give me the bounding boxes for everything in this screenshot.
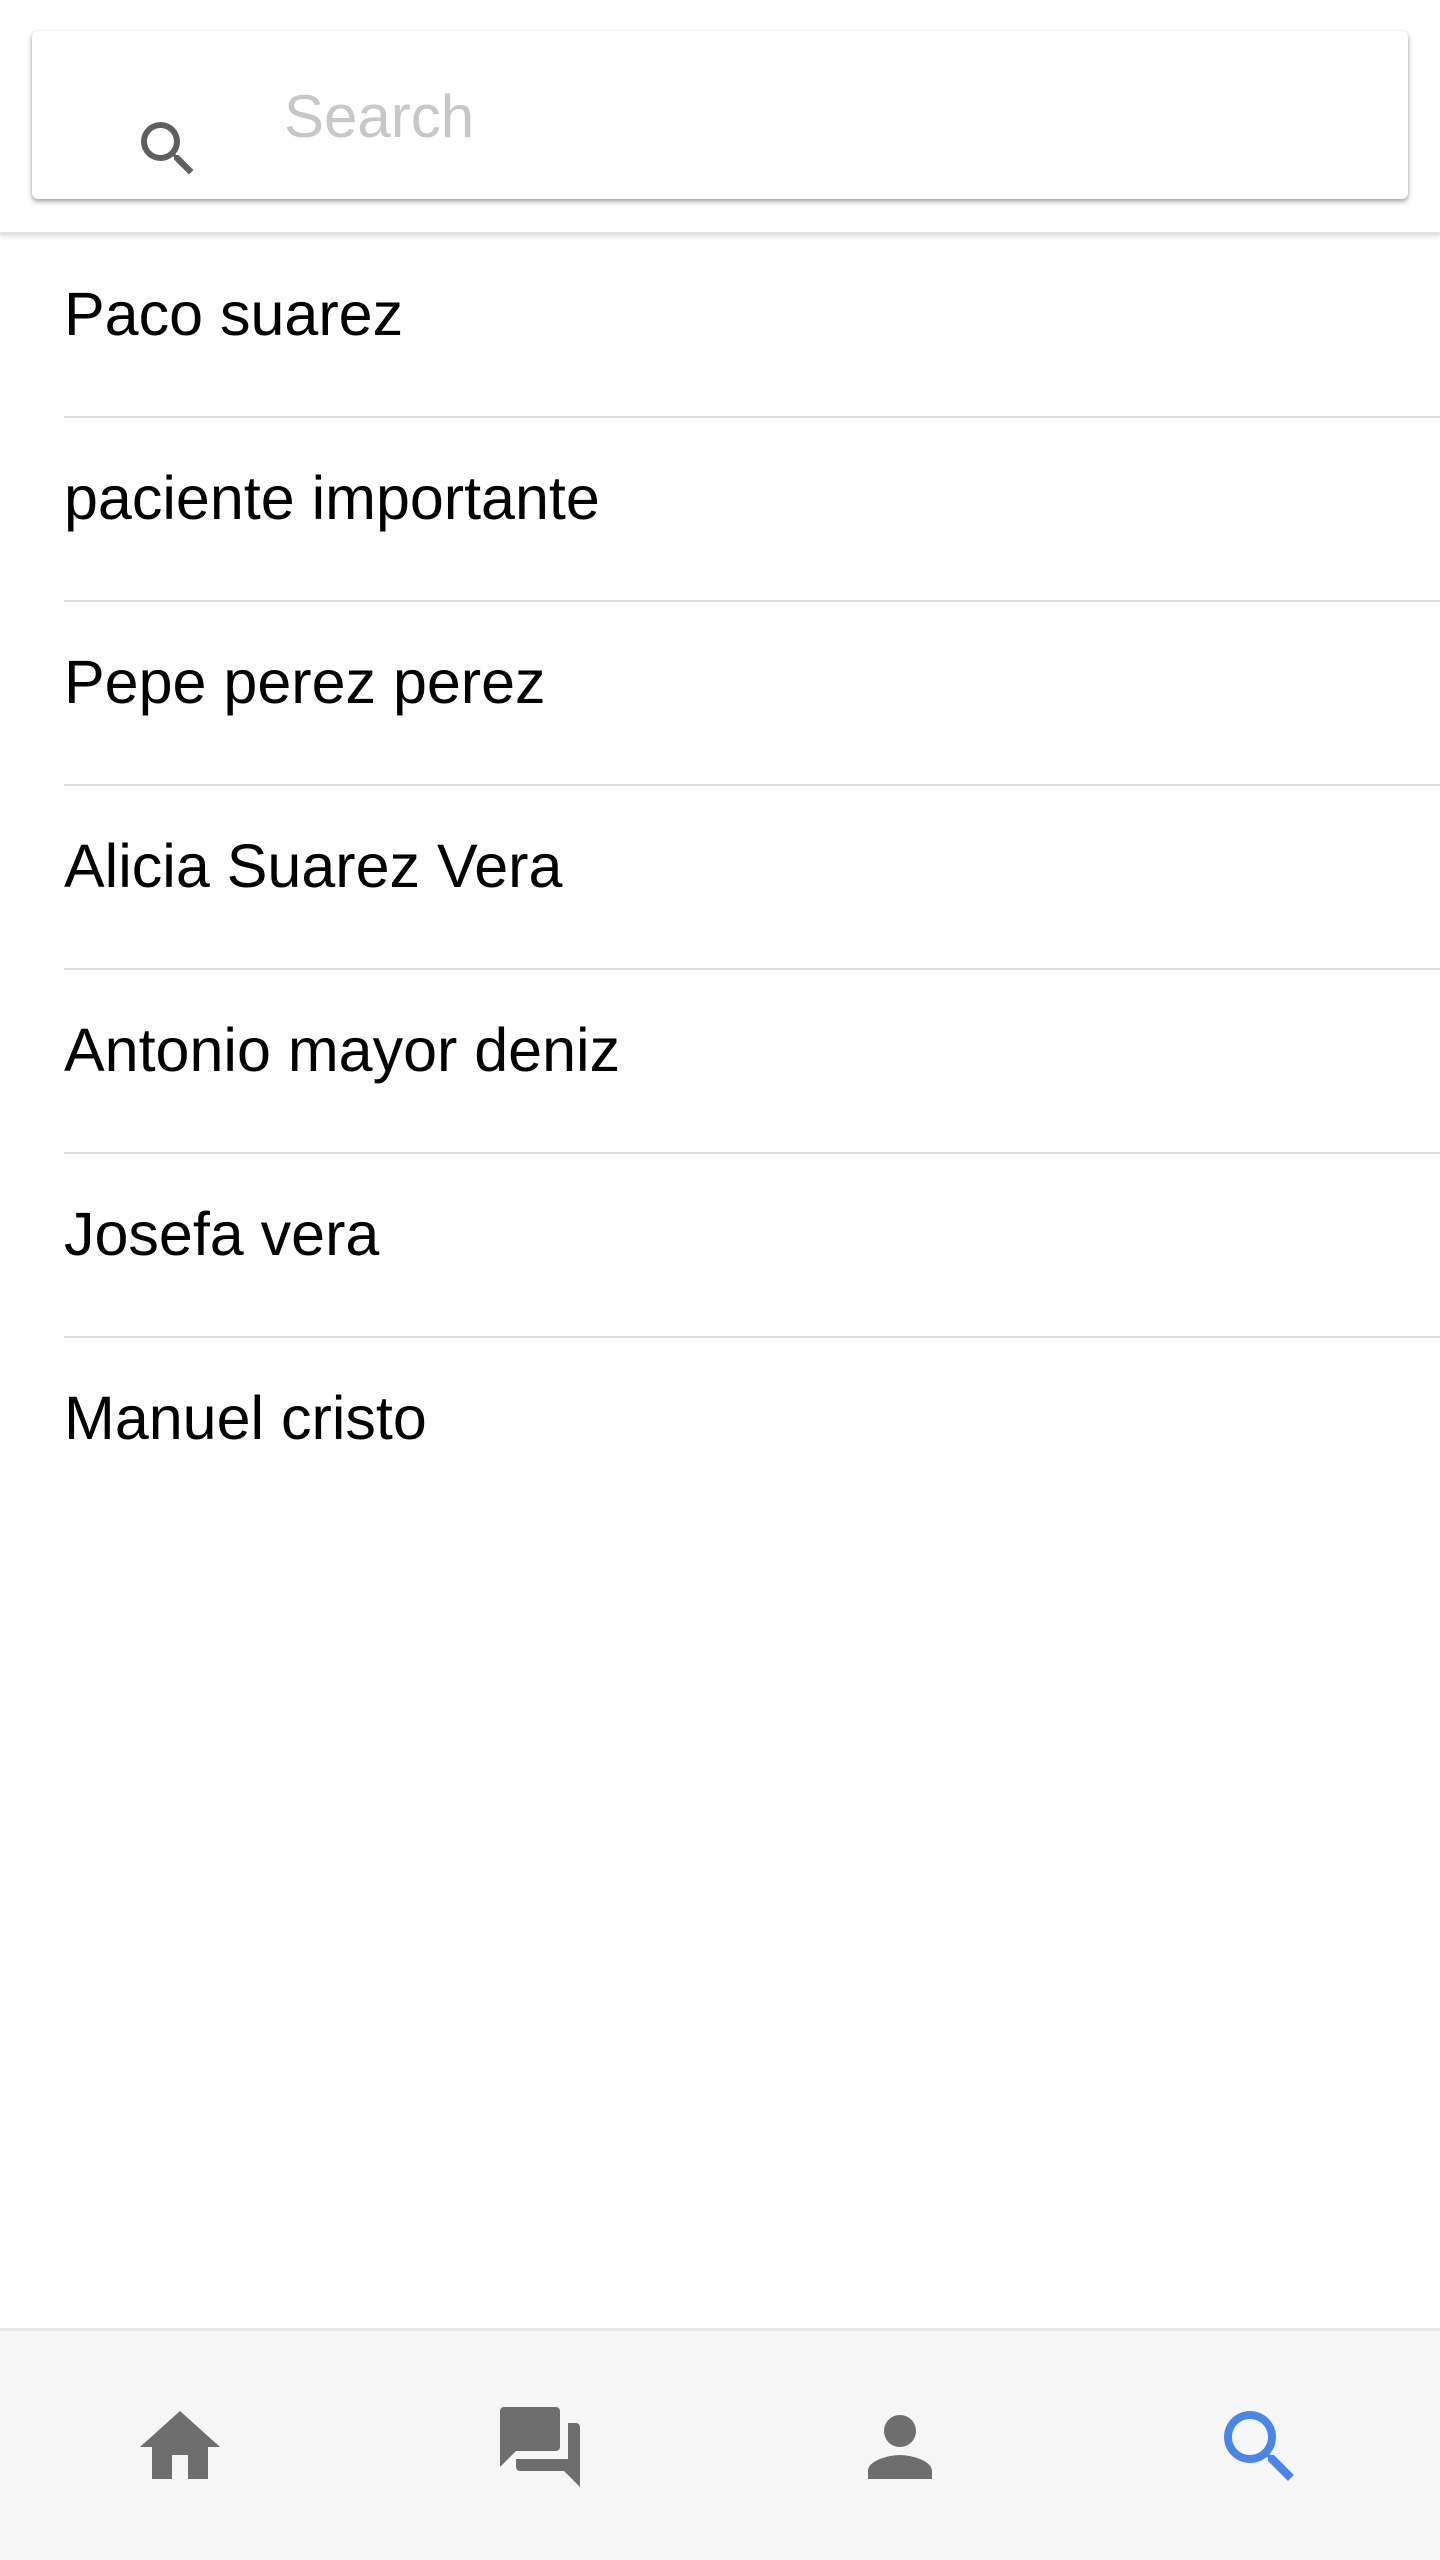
list-item[interactable]: paciente importante xyxy=(0,418,1440,602)
list-item-label: paciente importante xyxy=(64,464,600,532)
tab-chat[interactable] xyxy=(360,2331,720,2560)
person-icon xyxy=(852,2399,948,2495)
tab-home[interactable] xyxy=(0,2331,360,2560)
list-item[interactable]: Antonio mayor deniz xyxy=(0,970,1440,1154)
search-icon xyxy=(132,113,204,185)
search-icon xyxy=(1212,2399,1308,2495)
list-item[interactable]: Pepe perez perez xyxy=(0,602,1440,786)
list-item-label: Manuel cristo xyxy=(64,1384,427,1452)
search-bar[interactable] xyxy=(32,31,1408,199)
list-item[interactable]: Josefa vera xyxy=(0,1154,1440,1338)
search-header xyxy=(0,0,1440,235)
results-list: Paco suarez paciente importante Pepe per… xyxy=(0,234,1440,1522)
home-icon xyxy=(132,2399,228,2495)
search-input[interactable] xyxy=(284,71,1364,161)
list-item[interactable]: Manuel cristo xyxy=(0,1338,1440,1522)
app-screen: Paco suarez paciente importante Pepe per… xyxy=(0,0,1440,2560)
list-item-label: Antonio mayor deniz xyxy=(64,1016,621,1084)
list-item[interactable]: Alicia Suarez Vera xyxy=(0,786,1440,970)
chat-icon xyxy=(492,2399,588,2495)
tab-profile[interactable] xyxy=(720,2331,1080,2560)
list-item-label: Pepe perez perez xyxy=(64,648,546,716)
list-item-label: Paco suarez xyxy=(64,280,404,348)
list-item-label: Josefa vera xyxy=(64,1200,380,1268)
list-item[interactable]: Paco suarez xyxy=(0,234,1440,418)
tab-search[interactable] xyxy=(1080,2331,1440,2560)
list-item-label: Alicia Suarez Vera xyxy=(64,832,563,900)
bottom-tab-bar xyxy=(0,2328,1440,2560)
